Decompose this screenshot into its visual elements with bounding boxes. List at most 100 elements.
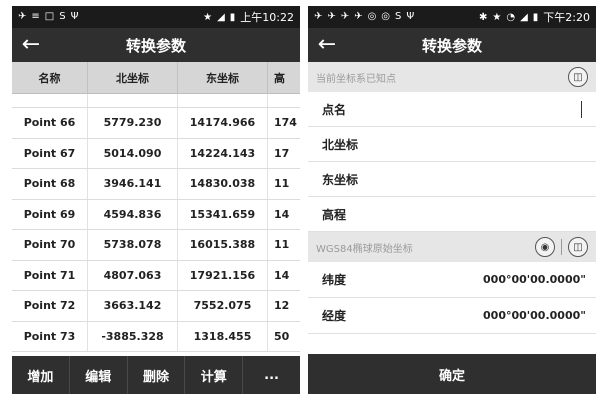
longitude-value: 000°00'00.0000"	[483, 309, 586, 322]
table-spacer-row	[12, 94, 300, 108]
east-field[interactable]: 东坐标	[308, 162, 596, 197]
cell-height: 12	[274, 299, 290, 313]
title-bar: ← 转换参数	[12, 28, 300, 62]
cell-east: 17921.156	[178, 260, 268, 290]
table-row[interactable]: Point 66 5779.230 14174.966 174	[12, 108, 300, 139]
table-header: 名称 北坐标 东坐标 高	[12, 62, 300, 94]
star-icon: ★	[203, 11, 213, 23]
wgs84-section-label: WGS84椭球原始坐标	[316, 243, 413, 255]
wifi-icon: ◔	[506, 11, 516, 23]
table-body: Point 66 5779.230 14174.966 174 Point 67…	[12, 108, 300, 352]
delete-button[interactable]: 删除	[128, 356, 186, 394]
import-point-icon[interactable]: ◫	[568, 67, 588, 87]
cell-name: Point 72	[12, 291, 88, 321]
latitude-label: 纬度	[322, 273, 347, 287]
cell-height: 14	[274, 207, 290, 221]
signal-icon: ≡	[31, 11, 40, 22]
plane-icon: ✈	[340, 11, 350, 22]
cell-north: -3885.328	[88, 321, 178, 351]
back-arrow-icon[interactable]: ←	[314, 33, 340, 57]
cell-north: 4594.836	[88, 199, 178, 229]
cell-east: 15341.659	[178, 199, 268, 229]
latitude-value: 000°00'00.0000"	[483, 273, 586, 286]
cell-east: 14174.966	[178, 108, 268, 138]
cell-east: 14224.143	[178, 138, 268, 168]
notification-icons: ✈ ≡ □ S Ψ	[18, 12, 78, 22]
app-s-icon: S	[395, 11, 402, 22]
status-time: 下午2:20	[543, 11, 590, 24]
cell-name: Point 66	[12, 108, 88, 138]
bluetooth-icon: ✱	[478, 11, 488, 23]
known-point-section-header: 当前坐标系已知点 ◫	[308, 62, 596, 92]
star-icon: ★	[492, 11, 502, 23]
usb-icon: Ψ	[406, 11, 415, 22]
column-header-name[interactable]: 名称	[12, 62, 88, 93]
icon-divider	[561, 239, 562, 255]
page-title: 转换参数	[125, 36, 186, 55]
bottom-action-bar: 增加 编辑 删除 计算 ...	[12, 356, 300, 394]
edit-button[interactable]: 编辑	[70, 356, 128, 394]
status-time: 上午10:22	[240, 11, 294, 24]
plane-icon: ✈	[354, 11, 363, 22]
longitude-label: 经度	[322, 309, 347, 323]
table-row[interactable]: Point 73 -3885.328 1318.455 50	[12, 321, 300, 352]
confirm-button[interactable]: 确定	[308, 354, 596, 394]
cell-north: 5779.230	[88, 108, 178, 138]
column-header-north[interactable]: 北坐标	[88, 62, 178, 93]
cell-north: 5738.078	[88, 230, 178, 260]
table-row[interactable]: Point 68 3946.141 14830.038 11	[12, 169, 300, 200]
plane-icon: ✈	[314, 11, 323, 22]
cell-north: 5014.090	[88, 138, 178, 168]
back-arrow-icon[interactable]: ←	[18, 33, 44, 57]
cell-signal-icon: ◢	[217, 11, 225, 23]
longitude-row[interactable]: 经度 000°00'00.0000"	[308, 298, 596, 334]
usb-icon: Ψ	[70, 11, 79, 22]
more-button[interactable]: ...	[243, 356, 300, 394]
cell-name: Point 71	[12, 260, 88, 290]
status-bar: ✈ ✈ ✈ ✈ ◎ ◎ S Ψ ✱ ★ ◔ ◢ ▮ 下午2:20	[308, 6, 596, 28]
table-row[interactable]: Point 71 4807.063 17921.156 14	[12, 260, 300, 291]
add-button[interactable]: 增加	[12, 356, 70, 394]
known-point-section-label: 当前坐标系已知点	[316, 73, 396, 85]
notification-icons: ✈ ✈ ✈ ✈ ◎ ◎ S Ψ	[314, 12, 414, 22]
status-bar: ✈ ≡ □ S Ψ ★ ◢ ▮ 上午10:22	[12, 6, 300, 28]
status-right: ✱ ★ ◔ ◢ ▮ 下午2:20	[479, 9, 590, 25]
point-name-field[interactable]: 点名	[308, 92, 596, 127]
north-field[interactable]: 北坐标	[308, 127, 596, 162]
cell-height: 14	[274, 268, 290, 282]
app-s-icon: S	[59, 11, 66, 22]
cell-east: 7552.075	[178, 291, 268, 321]
table-row[interactable]: Point 69 4594.836 15341.659 14	[12, 199, 300, 230]
cell-north: 3663.142	[88, 291, 178, 321]
table-row[interactable]: Point 72 3663.142 7552.075 12	[12, 291, 300, 322]
cell-height: 174	[274, 116, 297, 130]
column-header-east[interactable]: 东坐标	[178, 62, 268, 93]
message-icon: □	[44, 11, 55, 22]
north-label: 北坐标	[322, 137, 359, 152]
table-row[interactable]: Point 67 5014.090 14224.143 17	[12, 138, 300, 169]
location-pin-icon[interactable]: ◉	[535, 237, 555, 257]
calculate-button[interactable]: 计算	[185, 356, 244, 394]
battery-icon: ▮	[229, 11, 236, 23]
cell-east: 14830.038	[178, 169, 268, 199]
column-header-height[interactable]: 高	[268, 62, 300, 93]
page-title: 转换参数	[421, 36, 482, 55]
battery-icon: ▮	[532, 11, 539, 23]
cell-name: Point 67	[12, 138, 88, 168]
cell-east: 1318.455	[178, 321, 268, 351]
latitude-row[interactable]: 纬度 000°00'00.0000"	[308, 262, 596, 298]
plane-icon: ✈	[327, 11, 336, 22]
plane-icon: ✈	[18, 11, 27, 22]
cell-height: 17	[274, 146, 290, 160]
left-screen: ✈ ≡ □ S Ψ ★ ◢ ▮ 上午10:22 ← 转换参数 名称 北坐标 东坐…	[12, 6, 300, 394]
status-right: ★ ◢ ▮ 上午10:22	[203, 9, 294, 25]
sync-icon: ◎	[367, 11, 377, 22]
cell-east: 16015.388	[178, 230, 268, 260]
cell-name: Point 70	[12, 230, 88, 260]
table-row[interactable]: Point 70 5738.078 16015.388 11	[12, 230, 300, 261]
cell-height: 11	[274, 177, 290, 191]
cell-signal-icon: ◢	[520, 11, 528, 23]
elevation-field[interactable]: 高程	[308, 197, 596, 232]
right-screen: ✈ ✈ ✈ ✈ ◎ ◎ S Ψ ✱ ★ ◔ ◢ ▮ 下午2:20 ← 转换参数 …	[308, 6, 596, 394]
import-coordinate-icon[interactable]: ◫	[568, 237, 588, 257]
